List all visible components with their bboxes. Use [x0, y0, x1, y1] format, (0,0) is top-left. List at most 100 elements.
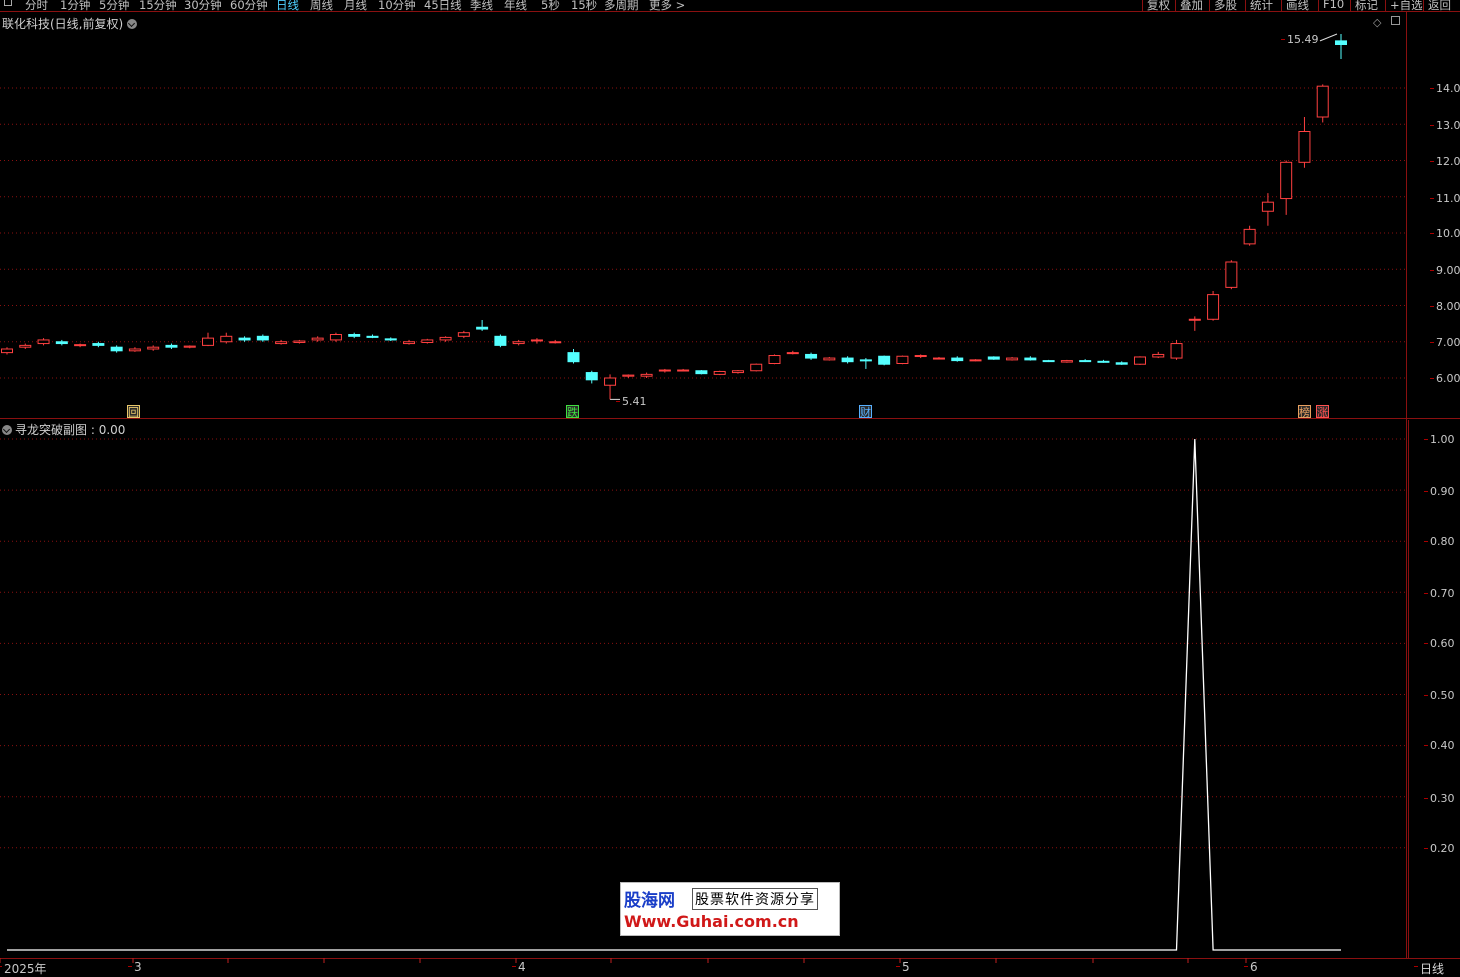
event-marker-bang[interactable]: 榜: [1298, 405, 1311, 419]
candlestick-chart[interactable]: [0, 12, 1406, 418]
candle-body-up: [19, 344, 32, 348]
price-panel[interactable]: 联化科技(日线,前复权) ◇ 15.49 5.41 回 跌 财 榜 涨: [0, 12, 1406, 419]
candle-body-up: [202, 337, 215, 346]
candle-body-up: [275, 341, 288, 345]
price-tick: 11.00: [1430, 192, 1460, 205]
panel-divider[interactable]: [0, 418, 1460, 419]
high-pointer: [1319, 33, 1338, 42]
tab-10min[interactable]: 10分钟: [378, 0, 416, 11]
back-button[interactable]: 返回: [1423, 0, 1455, 11]
candle-body-up: [439, 336, 452, 341]
candle-body-down: [878, 355, 891, 365]
tab-5min[interactable]: 5分钟: [99, 0, 129, 11]
indicator-tick: 0.70: [1424, 587, 1455, 600]
indicator-tick: 0.80: [1424, 535, 1455, 548]
candle-body-down: [1079, 360, 1092, 363]
fuquan-button[interactable]: 复权: [1142, 0, 1174, 11]
candle-body-up: [1225, 261, 1238, 288]
mark-button[interactable]: 标记: [1350, 0, 1382, 11]
candle-body-up: [1261, 201, 1274, 212]
month-label: 4: [512, 960, 526, 974]
tab-45day[interactable]: 45日线: [424, 0, 462, 11]
candle-body-down: [165, 344, 178, 348]
candle-body-up: [293, 340, 306, 343]
indicator-tick: 1.00: [1424, 433, 1455, 446]
event-marker-die[interactable]: 跌: [566, 405, 579, 419]
chevron-down-icon[interactable]: [127, 19, 138, 29]
tab-1min[interactable]: 1分钟: [60, 0, 90, 11]
tab-quarterly[interactable]: 季线: [470, 0, 493, 11]
candle-body-down: [585, 372, 598, 381]
candle-body-up: [750, 363, 763, 372]
event-marker-hui[interactable]: 回: [127, 405, 140, 419]
price-tick: 12.00: [1430, 155, 1460, 168]
tab-daily[interactable]: 日线: [276, 0, 299, 11]
indicator-tick: 0.30: [1424, 792, 1455, 805]
tab-fenshi[interactable]: 分时: [25, 0, 48, 11]
indicator-panel[interactable]: 寻龙突破副图 : 0.00 股海网 股票软件资源分享 Www.Guhai.com…: [0, 420, 1406, 958]
candle-body-up: [896, 355, 909, 364]
candle-body-up: [512, 341, 525, 345]
axis-divider-inner: [1408, 420, 1409, 958]
candle-body-up: [311, 337, 324, 341]
candle-body-down: [951, 357, 964, 362]
period-indicator-button[interactable]: 日线: [1413, 960, 1444, 977]
candle-body-up: [128, 348, 141, 352]
tab-60min[interactable]: 60分钟: [230, 0, 268, 11]
candle-body-up: [1298, 131, 1311, 163]
candle-body-up: [147, 346, 160, 350]
candle-body-up: [421, 339, 434, 343]
price-tick: 10.00: [1430, 227, 1460, 240]
chevron-down-icon[interactable]: [2, 425, 12, 435]
low-price-label: 5.41: [616, 395, 647, 408]
candle-body-down: [841, 357, 854, 363]
indicator-value: 0.00: [98, 423, 126, 437]
candle-body-up: [823, 357, 836, 361]
stock-title: 联化科技(日线,前复权): [2, 17, 124, 31]
diamond-icon[interactable]: ◇: [1373, 16, 1381, 29]
axis-divider: [1406, 12, 1407, 958]
watermark-url: Www.Guhai.com.cn: [624, 912, 799, 931]
event-marker-zhang[interactable]: 涨: [1316, 405, 1329, 419]
price-tick: 13.00: [1430, 119, 1460, 132]
tab-30min[interactable]: 30分钟: [184, 0, 222, 11]
candle-body-down: [805, 353, 818, 359]
candle-body-down: [987, 356, 1000, 360]
candle-body-up: [1060, 360, 1073, 363]
indicator-chart[interactable]: [0, 420, 1406, 958]
multi-stock-button[interactable]: 多股: [1209, 0, 1241, 11]
tab-yearly[interactable]: 年线: [504, 0, 527, 11]
window-toggle-icon[interactable]: [1391, 16, 1400, 25]
add-favorite-button[interactable]: +自选: [1385, 0, 1427, 11]
candle-body-up: [768, 355, 781, 364]
toolbar-menu-icon[interactable]: [4, 0, 12, 6]
tab-weekly[interactable]: 周线: [310, 0, 333, 11]
candle-body-down: [55, 341, 68, 345]
candle-body-up: [1152, 353, 1165, 358]
candle-body-up: [1207, 294, 1220, 320]
candle-body-up: [1243, 228, 1256, 245]
draw-line-button[interactable]: 画线: [1281, 0, 1313, 11]
candle-body-down: [494, 335, 507, 346]
candle-body-up: [1, 348, 13, 354]
candle-body-up: [1316, 85, 1329, 118]
tab-multi-period[interactable]: 多周期: [604, 0, 639, 11]
candle-body-up: [1170, 343, 1183, 359]
tab-more[interactable]: 更多 >: [649, 0, 685, 11]
time-axis-ticks: [0, 958, 1247, 963]
tab-monthly[interactable]: 月线: [344, 0, 367, 11]
candle-body-down: [859, 359, 872, 362]
high-price-label: 15.49: [1281, 33, 1319, 46]
tab-15sec[interactable]: 15秒: [571, 0, 597, 11]
candle-body-down: [92, 343, 105, 346]
candle-body-up: [622, 374, 635, 377]
candle-body-up: [969, 359, 982, 362]
f10-button[interactable]: F10: [1318, 0, 1348, 11]
tab-15min[interactable]: 15分钟: [139, 0, 177, 11]
stats-button[interactable]: 统计: [1245, 0, 1277, 11]
candle-body-down: [567, 352, 580, 363]
tab-5sec[interactable]: 5秒: [541, 0, 560, 11]
watermark-slogan: 股票软件资源分享: [692, 888, 818, 910]
overlay-button[interactable]: 叠加: [1175, 0, 1207, 11]
event-marker-cai[interactable]: 财: [859, 405, 872, 419]
